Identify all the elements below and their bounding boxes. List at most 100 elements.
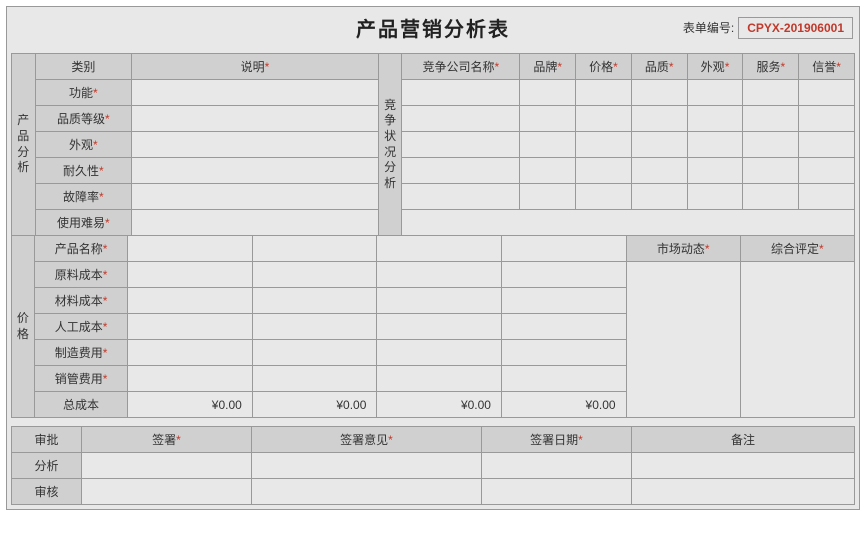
- row-quality-grade: 品质等级*: [35, 106, 132, 132]
- overall-eval-cell[interactable]: [740, 262, 854, 418]
- row-raw-cost: 原料成本*: [34, 262, 127, 288]
- comp-r5c3[interactable]: [576, 184, 632, 210]
- raw-4[interactable]: [501, 262, 626, 288]
- comp-r5c7[interactable]: [799, 184, 855, 210]
- mat-4[interactable]: [501, 288, 626, 314]
- desc-usability[interactable]: [132, 210, 379, 236]
- comp-r2c1[interactable]: [402, 106, 520, 132]
- desc-appearance[interactable]: [132, 132, 379, 158]
- comp-r3c5[interactable]: [687, 132, 743, 158]
- comp-r5c6[interactable]: [743, 184, 799, 210]
- row-review: 审核: [12, 479, 82, 505]
- desc-durability[interactable]: [132, 158, 379, 184]
- comp-r2c7[interactable]: [799, 106, 855, 132]
- desc-failure-rate[interactable]: [132, 184, 379, 210]
- comp-r1c7[interactable]: [799, 80, 855, 106]
- col-reputation: 信誉*: [799, 54, 855, 80]
- comp-r5c1[interactable]: [402, 184, 520, 210]
- comp-r1c6[interactable]: [743, 80, 799, 106]
- lab-3[interactable]: [377, 314, 502, 340]
- mfg-3[interactable]: [377, 340, 502, 366]
- prod-name-2[interactable]: [252, 236, 377, 262]
- comp-r3c1[interactable]: [402, 132, 520, 158]
- lab-1[interactable]: [128, 314, 253, 340]
- comp-r5c5[interactable]: [687, 184, 743, 210]
- comp-r4c4[interactable]: [631, 158, 687, 184]
- review-opinion[interactable]: [252, 479, 482, 505]
- form-number-label: 表单编号:: [683, 21, 734, 35]
- comp-r1c4[interactable]: [631, 80, 687, 106]
- lab-4[interactable]: [501, 314, 626, 340]
- mat-2[interactable]: [252, 288, 377, 314]
- comp-r2c3[interactable]: [576, 106, 632, 132]
- comp-r3c6[interactable]: [743, 132, 799, 158]
- price-vlabel: 价格: [12, 236, 35, 418]
- comp-r1c3[interactable]: [576, 80, 632, 106]
- mat-3[interactable]: [377, 288, 502, 314]
- col-appearance: 外观*: [687, 54, 743, 80]
- desc-function[interactable]: [132, 80, 379, 106]
- comp-r2c2[interactable]: [520, 106, 576, 132]
- prod-name-1[interactable]: [128, 236, 253, 262]
- analysis-remark[interactable]: [632, 453, 855, 479]
- col-desc: 说明*: [132, 54, 379, 80]
- review-remark[interactable]: [632, 479, 855, 505]
- sga-3[interactable]: [377, 366, 502, 392]
- prod-name-3[interactable]: [377, 236, 502, 262]
- form-number-wrap: 表单编号:CPYX-201906001: [683, 17, 853, 39]
- col-quality: 品质*: [631, 54, 687, 80]
- row-total-cost: 总成本: [34, 392, 127, 418]
- comp-r4c6[interactable]: [743, 158, 799, 184]
- analysis-opinion[interactable]: [252, 453, 482, 479]
- row-labor-cost: 人工成本*: [34, 314, 127, 340]
- mfg-2[interactable]: [252, 340, 377, 366]
- mfg-4[interactable]: [501, 340, 626, 366]
- raw-2[interactable]: [252, 262, 377, 288]
- comp-r3c4[interactable]: [631, 132, 687, 158]
- review-date[interactable]: [482, 479, 632, 505]
- raw-3[interactable]: [377, 262, 502, 288]
- col-price: 价格*: [576, 54, 632, 80]
- comp-r2c4[interactable]: [631, 106, 687, 132]
- prod-name-4[interactable]: [501, 236, 626, 262]
- sga-1[interactable]: [128, 366, 253, 392]
- mat-1[interactable]: [128, 288, 253, 314]
- col-comp-name: 竞争公司名称*: [402, 54, 520, 80]
- comp-r1c1[interactable]: [402, 80, 520, 106]
- sga-2[interactable]: [252, 366, 377, 392]
- raw-1[interactable]: [128, 262, 253, 288]
- row-function: 功能*: [35, 80, 132, 106]
- comp-r1c2[interactable]: [520, 80, 576, 106]
- comp-r3c7[interactable]: [799, 132, 855, 158]
- total-2: ¥0.00: [252, 392, 377, 418]
- comp-r2c5[interactable]: [687, 106, 743, 132]
- comp-r3c3[interactable]: [576, 132, 632, 158]
- analysis-date[interactable]: [482, 453, 632, 479]
- upper-table: 产品分析 类别 说明* 竞争状况分析 竞争公司名称* 品牌* 价格* 品质* 外…: [11, 53, 855, 236]
- col-remark: 备注: [632, 427, 855, 453]
- comp-r3c2[interactable]: [520, 132, 576, 158]
- comp-r5c4[interactable]: [631, 184, 687, 210]
- product-analysis-vlabel: 产品分析: [12, 54, 36, 236]
- row-material-cost: 材料成本*: [34, 288, 127, 314]
- comp-r4c5[interactable]: [687, 158, 743, 184]
- desc-quality-grade[interactable]: [132, 106, 379, 132]
- total-1: ¥0.00: [128, 392, 253, 418]
- market-trend-cell[interactable]: [626, 262, 740, 418]
- col-sign-opinion: 签署意见*: [252, 427, 482, 453]
- row-durability: 耐久性*: [35, 158, 132, 184]
- comp-r4c2[interactable]: [520, 158, 576, 184]
- comp-r2c6[interactable]: [743, 106, 799, 132]
- comp-r4c7[interactable]: [799, 158, 855, 184]
- col-market-trend: 市场动态*: [626, 236, 740, 262]
- comp-r4c3[interactable]: [576, 158, 632, 184]
- comp-r1c5[interactable]: [687, 80, 743, 106]
- analysis-sign[interactable]: [82, 453, 252, 479]
- lab-2[interactable]: [252, 314, 377, 340]
- col-category: 类别: [35, 54, 132, 80]
- mfg-1[interactable]: [128, 340, 253, 366]
- sga-4[interactable]: [501, 366, 626, 392]
- comp-r4c1[interactable]: [402, 158, 520, 184]
- comp-r5c2[interactable]: [520, 184, 576, 210]
- review-sign[interactable]: [82, 479, 252, 505]
